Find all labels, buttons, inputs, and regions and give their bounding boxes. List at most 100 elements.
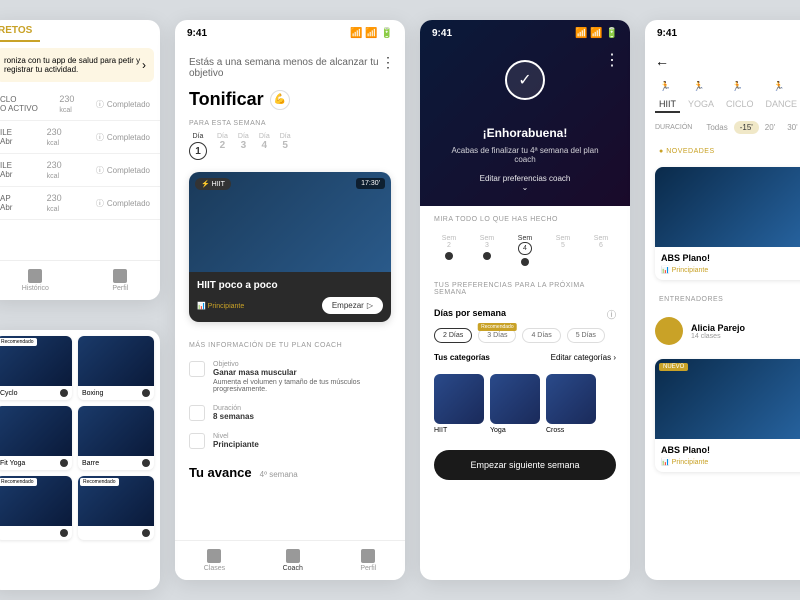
intro-text: Estás a una semana menos de alcanzar tu … [175,47,405,89]
info-item: Duración8 semanas [175,399,405,427]
week-5[interactable]: Sem5 [556,235,570,249]
calendar-icon [28,269,42,283]
tab-retos[interactable]: RETOS [0,21,40,42]
activity-row: ILEAbr230kcalⓘCompletado [0,154,160,187]
muscle-icon: 💪 [270,90,290,110]
activity-icon: 🏃 [773,81,789,97]
grid-thumb [0,406,72,456]
phone-tonificar: 9:41📶 📶 🔋 ⋮ Estás a una semana menos de … [175,20,405,580]
progress-title: Tu avance4º semana [175,455,405,482]
week-6[interactable]: Sem6 [594,235,608,249]
more-icon[interactable]: ⋮ [381,54,395,71]
dur-30'[interactable]: 30' [781,121,800,134]
category-grid: RecomendadoCycloBoxingFit YogaBarreRecom… [0,330,160,546]
pref-days-title: Días por semana ⓘ [420,302,630,324]
info-item: ObjetivoGanar masa muscularAumenta el vo… [175,355,405,399]
category-tabs: 🏃HIIT🏃YOGA🏃CICLO🏃DANCE🏃BOXING [645,75,800,117]
days-pill-3[interactable]: Recomendado3 Días [478,328,516,343]
start-week-button[interactable]: Empezar siguiente semana [434,450,616,480]
dur-20'[interactable]: 20' [759,121,781,134]
phone-congrats: 9:41📶 📶 🔋 ⋮ ✓ ¡Enhorabuena! Acabas de fi… [420,20,630,580]
edit-categories-link[interactable]: Editar categorías › [551,353,616,362]
section-prefs: TUS PREFERENCIAS PARA LA PRÓXIMA SEMANA [420,272,630,302]
day-5[interactable]: Día5 [280,133,291,162]
day-2[interactable]: Día2 [217,133,228,162]
grid-item[interactable]: Barre [78,406,154,470]
duration-row: DURACIÓN Todas-15'20'30' [645,117,800,138]
grid-item[interactable]: RecomendadoCyclo [0,336,72,400]
nav-clases[interactable]: Clases [204,549,225,572]
tab-DANCE[interactable]: 🏃DANCE [762,79,800,113]
check-icon [483,252,491,260]
workout-image: ⚡ HIIT 17:30' [189,172,391,272]
status-icons: 📶 📶 🔋 [350,28,393,39]
day-3[interactable]: Día3 [238,133,249,162]
classes-icon [207,549,221,563]
section-trainers: ENTRENADORES [645,286,800,309]
week-timeline: Sem2 Sem3 Sem4 Sem5 Sem6 [420,229,630,272]
days-pill-4[interactable]: 4 Días [522,328,560,343]
workout-level: 📊 Principiante [197,302,244,310]
start-button[interactable]: Empezar ▷ [322,297,383,314]
video-card-1[interactable]: 17:30 ABS Plano! 📊 Principiante23 · Abri… [655,167,800,280]
grid-item[interactable]: Recomendado [0,476,72,540]
activity-icon: 🏃 [732,81,748,97]
week-3[interactable]: Sem3 [480,235,494,260]
dur-Todas[interactable]: Todas [700,121,733,134]
tab-CICLO[interactable]: 🏃CICLO [722,79,758,113]
category-Cross[interactable]: Cross [546,374,596,434]
week-4[interactable]: Sem4 [518,235,532,266]
dur--15'[interactable]: -15' [734,121,759,134]
category-Yoga[interactable]: Yoga [490,374,540,434]
category-thumb [434,374,484,424]
back-button[interactable]: ← [645,47,800,75]
activity-row: CLOO ACTIVO230kcalⓘCompletado [0,88,160,121]
status-bar: 9:41 [645,20,800,47]
category-HIIT[interactable]: HIIT [434,374,484,434]
grid-item[interactable]: Recomendado [78,476,154,540]
page-title: Tonificar💪 [175,89,405,110]
more-icon[interactable]: ⋮ [604,50,620,70]
banner-text: roniza con tu app de salud para petir y … [4,56,142,74]
activity-row: ILEAbr230kcalⓘCompletado [0,121,160,154]
phone-browse: 9:41 ← 🏃HIIT🏃YOGA🏃CICLO🏃DANCE🏃BOXING DUR… [645,20,800,580]
check-icon [142,389,150,397]
check-icon: ⓘ [96,165,104,176]
day-1[interactable]: Día1 [189,133,207,162]
categories-header: Tus categorías Editar categorías › [420,347,630,368]
info-icon[interactable]: ⓘ [607,308,616,321]
week-2[interactable]: Sem2 [442,235,456,260]
tab-HIIT[interactable]: 🏃HIIT [655,79,680,113]
days-pill-5[interactable]: 5 Días [567,328,605,343]
grid-item[interactable]: Fit Yoga [0,406,72,470]
edit-prefs-link[interactable]: Editar preferencias coach⌄ [434,174,616,192]
phone-retos: RETOS roniza con tu app de salud para pe… [0,20,160,300]
bottom-nav: Clases Coach Perfil [175,540,405,580]
days-pill-2[interactable]: 2 Días [434,328,472,343]
nav-perfil[interactable]: Perfil [360,549,376,572]
info-icon [189,433,205,449]
grid-item[interactable]: Boxing [78,336,154,400]
coach-icon [286,549,300,563]
video-thumb: NUEVO 17:30 [655,359,800,439]
section-done: MIRA TODO LO QUE HAS HECHO [420,206,630,229]
day-pills: 2 Días Recomendado3 Días 4 Días 5 Días [420,324,630,347]
check-icon [142,459,150,467]
day-4[interactable]: Día4 [259,133,270,162]
video-thumb: 17:30 [655,167,800,247]
check-icon: ⓘ [96,132,104,143]
nav-coach[interactable]: Coach [283,549,303,572]
phone-grid: RecomendadoCycloBoxingFit YogaBarreRecom… [0,330,160,590]
day-selector: Día1 Día2 Día3 Día4 Día5 [175,133,405,162]
laurel-icon: ✓ [485,60,565,120]
tab-YOGA[interactable]: 🏃YOGA [684,79,718,113]
video-card-2[interactable]: NUEVO 17:30 ABS Plano! 📊 Principiante23 … [655,359,800,472]
sync-banner[interactable]: roniza con tu app de salud para petir y … [0,48,154,82]
trainer-row[interactable]: Alicia Parejo14 clases [645,309,800,353]
workout-card[interactable]: ⚡ HIIT 17:30' HIIT poco a poco 📊 Princip… [189,172,391,322]
info-item: NivelPrincipiante [175,427,405,455]
nav-historico[interactable]: Histórico [22,269,49,292]
user-icon [113,269,127,283]
check-icon [60,459,68,467]
nav-perfil[interactable]: Perfil [112,269,128,292]
